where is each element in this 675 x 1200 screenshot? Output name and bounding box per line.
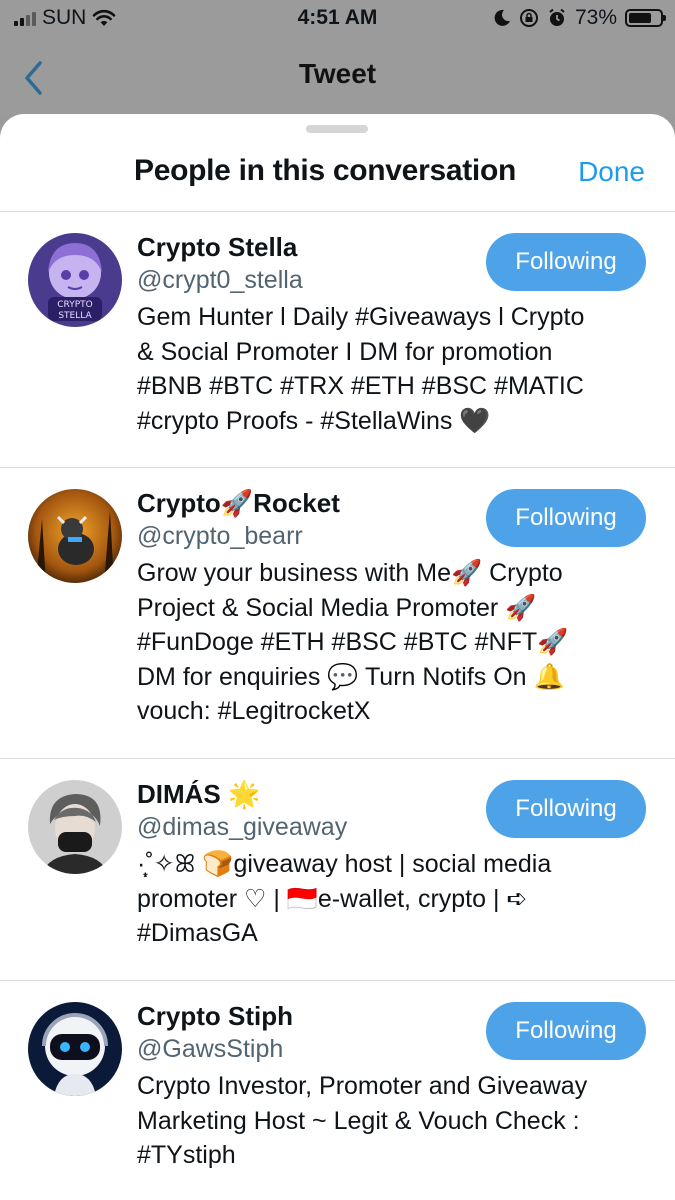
sheet-title: People in this conversation (134, 154, 516, 187)
nav-title: Tweet (298, 58, 377, 89)
user-name[interactable]: Crypto Stiph (137, 1001, 293, 1032)
avatar[interactable] (28, 489, 122, 583)
following-button[interactable]: Following (486, 489, 646, 547)
moon-icon (494, 9, 510, 26)
people-sheet: People in this conversation Done CRYPTO … (0, 114, 675, 1200)
battery-icon (625, 9, 666, 27)
alarm-icon (549, 8, 565, 26)
battery-fill (629, 13, 651, 23)
user-handle: @GawsStiph (137, 1035, 284, 1063)
svg-text:STELLA: STELLA (58, 311, 92, 321)
user-handle: @crypto_bearr (137, 522, 303, 550)
avatar[interactable] (28, 1002, 122, 1096)
following-button[interactable]: Following (486, 1002, 646, 1060)
user-row[interactable]: DIMÁS 🌟 @dimas_giveaway ·̩͙˚✧ꕤ 🍞giveaway… (0, 759, 675, 980)
avatar[interactable]: CRYPTO STELLA (28, 233, 122, 327)
rotation-lock-icon (519, 9, 538, 27)
svg-text:CRYPTO: CRYPTO (57, 300, 92, 310)
user-bio: Gem Hunter l Daily #Giveaways l Crypto &… (137, 303, 585, 435)
following-button[interactable]: Following (486, 780, 646, 838)
user-handle: @dimas_giveaway (137, 813, 348, 841)
sheet-header: People in this conversation Done (0, 150, 675, 212)
user-name[interactable]: DIMÁS 🌟 (137, 779, 260, 810)
user-name[interactable]: Crypto Stella (137, 232, 297, 263)
battery-percent: 73% (574, 6, 617, 29)
user-row[interactable]: Crypto🚀Rocket @crypto_bearr Grow your bu… (0, 468, 675, 758)
user-bio: Crypto Investor, Promoter and Giveaway M… (137, 1072, 588, 1169)
status-right: 73% (493, 6, 666, 30)
user-name[interactable]: Crypto🚀Rocket (137, 488, 340, 519)
nav-bar: Tweet (0, 40, 675, 115)
sheet-grabber[interactable] (306, 125, 368, 133)
status-bar: SUN 4:51 AM 73% (0, 0, 675, 40)
user-bio: ·̩͙˚✧ꕤ 🍞giveaway host | social media pro… (137, 850, 552, 947)
user-row[interactable]: Crypto Stiph @GawsStiph Crypto Investor,… (0, 981, 675, 1200)
user-row[interactable]: CRYPTO STELLA Crypto Stella @crypt0_stel… (0, 212, 675, 467)
avatar[interactable] (28, 780, 122, 874)
following-button[interactable]: Following (486, 233, 646, 291)
user-handle: @crypt0_stella (137, 266, 303, 294)
done-button[interactable]: Done (578, 156, 645, 188)
user-bio: Grow your business with Me🚀 Crypto Proje… (137, 559, 569, 725)
